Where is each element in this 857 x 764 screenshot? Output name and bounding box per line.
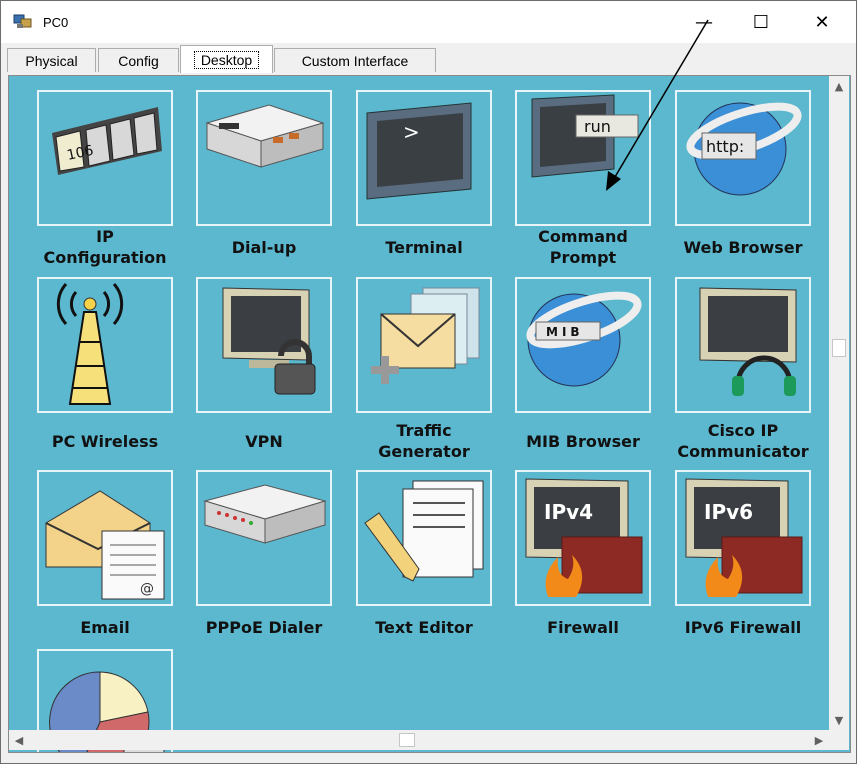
tab-desktop-label: Desktop xyxy=(193,50,260,69)
email-icon: @ xyxy=(40,473,170,603)
app-tile-traffic-generator[interactable] xyxy=(356,277,492,413)
desktop-area: 106 IP Configuration Dial-up > Terminal ru… xyxy=(8,75,851,753)
minimize-button[interactable]: — xyxy=(674,1,734,43)
app-label-vpn[interactable]: VPN xyxy=(184,431,344,452)
web-browser-icon: http: xyxy=(678,93,808,223)
app-tile-ip-configuration[interactable]: 106 xyxy=(37,90,173,226)
scroll-up-icon[interactable]: ▲ xyxy=(829,76,849,96)
tab-strip: Physical Config Desktop Custom Interface xyxy=(1,43,856,73)
tab-config[interactable]: Config xyxy=(98,48,179,72)
svg-text:MIB: MIB xyxy=(546,325,584,339)
vpn-lock-icon xyxy=(199,280,329,410)
app-tile-ipv6-firewall[interactable]: IPv6 xyxy=(675,470,811,606)
app-tile-terminal[interactable]: > xyxy=(356,90,492,226)
traffic-generator-icon xyxy=(359,280,489,410)
tab-config-label: Config xyxy=(118,52,159,69)
app-label-email[interactable]: Email xyxy=(25,617,185,638)
app-tile-firewall[interactable]: IPv4 xyxy=(515,470,651,606)
app-tile-vpn[interactable] xyxy=(196,277,332,413)
command-prompt-icon: run xyxy=(518,93,648,223)
ipv6-firewall-icon: IPv6 xyxy=(678,473,808,603)
tab-custom-interface-label: Custom Interface xyxy=(301,52,409,69)
vertical-scrollbar[interactable]: ▲ ▼ xyxy=(829,76,849,730)
app-tile-dial-up[interactable] xyxy=(196,90,332,226)
svg-text:@: @ xyxy=(140,581,154,597)
app-label-terminal[interactable]: Terminal xyxy=(344,237,504,258)
wireless-tower-icon xyxy=(40,280,170,410)
scroll-down-icon[interactable]: ▼ xyxy=(829,710,849,730)
headset-monitor-icon xyxy=(678,280,808,410)
modem-icon xyxy=(199,93,329,223)
text-editor-icon xyxy=(359,473,489,603)
app-label-cisco-ip-communicator[interactable]: Cisco IP Communicator xyxy=(663,420,823,462)
app-label-dial-up[interactable]: Dial-up xyxy=(184,237,344,258)
app-tile-web-browser[interactable]: http: xyxy=(675,90,811,226)
app-label-text-editor[interactable]: Text Editor xyxy=(344,617,504,638)
scroll-left-icon[interactable]: ◀ xyxy=(9,730,29,750)
firewall-icon: IPv4 xyxy=(518,473,648,603)
app-label-mib-browser[interactable]: MIB Browser xyxy=(503,431,663,452)
app-tile-pc-wireless[interactable] xyxy=(37,277,173,413)
tab-custom-interface[interactable]: Custom Interface xyxy=(274,48,436,72)
app-label-pc-wireless[interactable]: PC Wireless xyxy=(25,431,185,452)
svg-text:run: run xyxy=(584,117,611,136)
tab-desktop[interactable]: Desktop xyxy=(180,45,273,73)
app-label-pppoe-dialer[interactable]: PPPoE Dialer xyxy=(184,617,344,638)
packet-tracer-app-icon xyxy=(13,14,32,28)
svg-text:IPv6: IPv6 xyxy=(704,500,753,524)
ip-config-icon: 106 xyxy=(40,93,170,223)
horizontal-scrollbar[interactable]: ◀ ▶ xyxy=(9,730,829,750)
app-tile-text-editor[interactable] xyxy=(356,470,492,606)
pppoe-device-icon xyxy=(199,473,329,603)
svg-text:IPv4: IPv4 xyxy=(544,500,593,524)
svg-text:>: > xyxy=(403,120,420,144)
app-tile-mib-browser[interactable]: MIB xyxy=(515,277,651,413)
app-label-traffic-generator[interactable]: Traffic Generator xyxy=(344,420,504,462)
app-label-command-prompt[interactable]: Command Prompt xyxy=(503,226,663,268)
svg-text:http:: http: xyxy=(706,137,744,156)
app-tile-command-prompt[interactable]: run xyxy=(515,90,651,226)
title-bar[interactable]: PC0 — ☐ ✕ xyxy=(1,1,856,43)
app-label-firewall[interactable]: Firewall xyxy=(503,617,663,638)
packet-tracer-window: PC0 — ☐ ✕ Physical Config Desktop Custom… xyxy=(0,0,857,764)
close-button[interactable]: ✕ xyxy=(792,1,852,43)
window-title: PC0 xyxy=(43,15,69,30)
scroll-right-icon[interactable]: ▶ xyxy=(809,730,829,750)
app-label-ip-configuration[interactable]: IP Configuration xyxy=(25,226,185,268)
tab-physical-label: Physical xyxy=(25,52,78,69)
maximize-button[interactable]: ☐ xyxy=(731,1,791,43)
tab-physical[interactable]: Physical xyxy=(7,48,96,72)
scrollbar-corner xyxy=(829,730,849,750)
terminal-icon: > xyxy=(359,93,489,223)
app-tile-email[interactable]: @ xyxy=(37,470,173,606)
vertical-scroll-thumb[interactable] xyxy=(832,339,846,357)
app-tile-pppoe-dialer[interactable] xyxy=(196,470,332,606)
mib-browser-icon: MIB xyxy=(518,280,648,410)
app-label-ipv6-firewall[interactable]: IPv6 Firewall xyxy=(663,617,823,638)
horizontal-scroll-thumb[interactable] xyxy=(399,733,415,747)
app-tile-cisco-ip-communicator[interactable] xyxy=(675,277,811,413)
app-label-web-browser[interactable]: Web Browser xyxy=(663,237,823,258)
